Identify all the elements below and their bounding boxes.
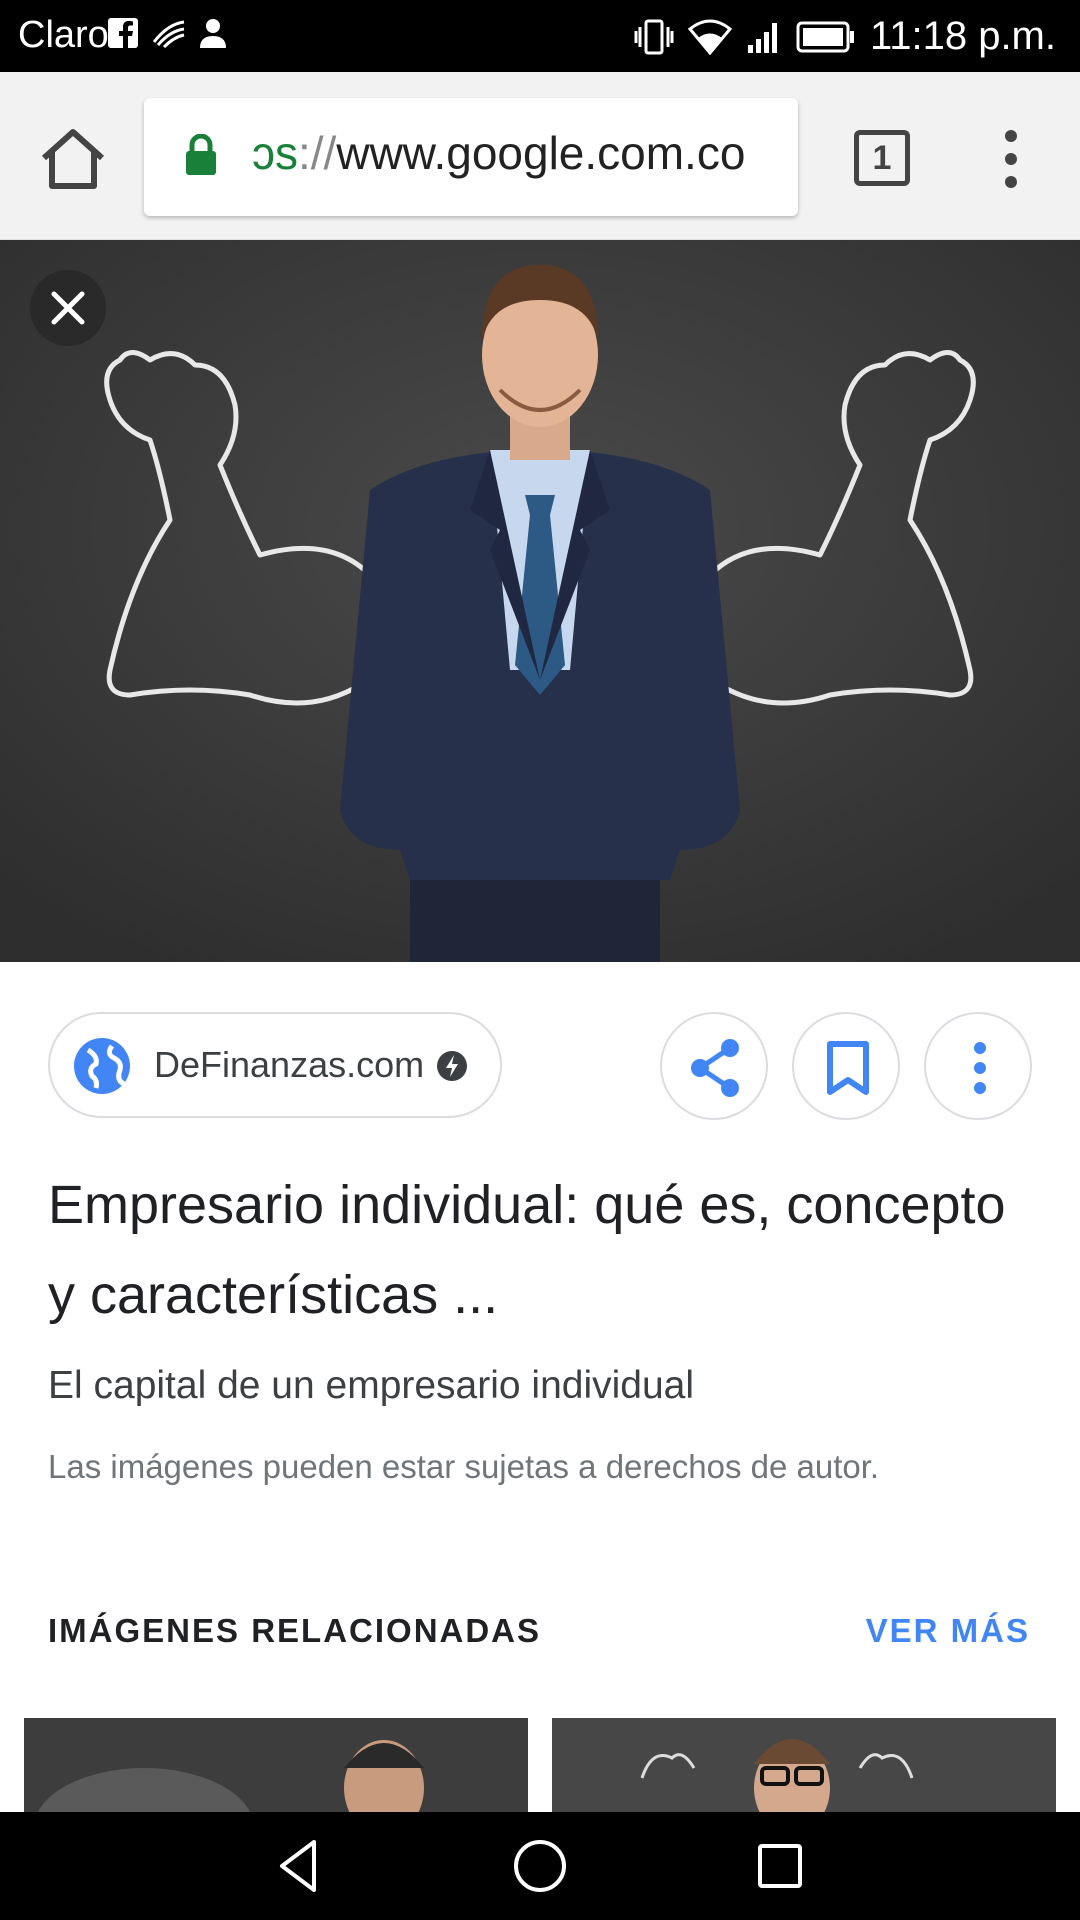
more-options-button[interactable] [924,1012,1032,1120]
overflow-menu-icon[interactable] [996,126,1026,192]
url-separator: :// [298,127,337,179]
result-subtitle: El capital de un empresario individual [48,1364,695,1407]
url-bar[interactable]: ɔs://www.google.com.co [144,98,798,216]
system-navigation-bar [0,1812,1080,1920]
notification-icons [108,18,226,48]
url-host: www.google.com.co [336,127,746,179]
carrier-name: Claro [18,14,109,56]
status-bar: Claro 11:18 p.m. [0,0,1080,72]
home-icon[interactable] [38,124,108,194]
related-image-thumbnail[interactable] [24,1718,528,1812]
more-vert-icon [974,1042,986,1094]
lock-icon [186,134,216,175]
result-title[interactable]: Empresario individual: qué es, concepto … [48,1160,1028,1340]
wifi-icon [687,19,732,55]
save-button[interactable] [792,1012,900,1120]
bookmark-icon [827,1041,869,1095]
source-site-chip[interactable]: DeFinanzas.com [48,1012,502,1118]
url-scheme: ɔs [252,127,298,179]
related-image-thumbnail[interactable] [552,1718,1056,1812]
url-text[interactable]: ɔs://www.google.com.co [252,126,745,180]
see-more-link[interactable]: VER MÁS [866,1612,1030,1650]
close-icon [51,291,85,325]
related-images-heading: IMÁGENES RELACIONADAS [48,1612,542,1649]
facebook-icon [108,18,138,48]
copyright-notice: Las imágenes pueden estar sujetas a dere… [48,1448,880,1485]
browser-toolbar: ɔs://www.google.com.co 1 [0,72,1080,240]
clock: 11:18 p.m. [869,14,1056,58]
back-icon[interactable] [268,1834,332,1898]
close-button[interactable] [30,270,106,346]
recents-icon[interactable] [748,1834,812,1898]
globe-icon [74,1038,130,1094]
account-icon [200,19,226,48]
source-site-name: DeFinanzas.com [154,1044,425,1085]
signal-icon [747,22,777,53]
battery-icon [796,21,854,52]
tab-switcher-button[interactable]: 1 [854,130,910,186]
share-button[interactable] [660,1012,768,1120]
share-icon [691,1039,739,1097]
home-circle-icon[interactable] [508,1834,572,1898]
cast-icon [152,20,185,48]
vibrate-icon [634,19,674,54]
result-image[interactable] [0,240,1080,962]
amp-bolt-icon [437,1051,467,1081]
